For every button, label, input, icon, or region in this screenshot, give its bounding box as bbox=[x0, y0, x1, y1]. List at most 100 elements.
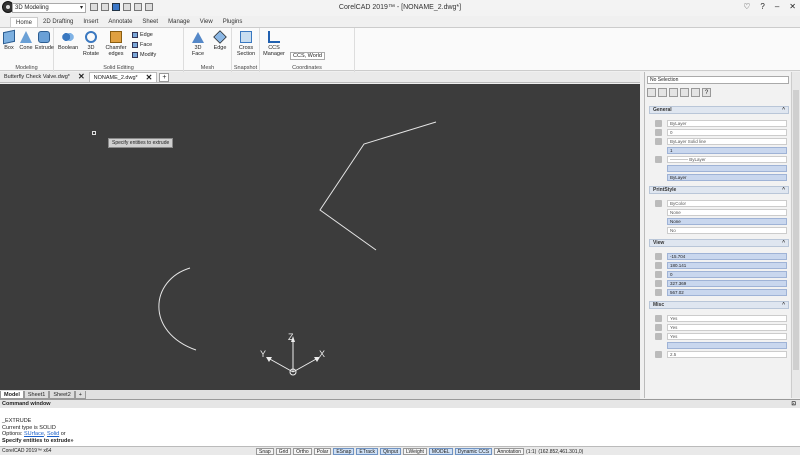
prop-color[interactable]: ByLayer bbox=[667, 120, 787, 127]
annotation-scale-dropdown[interactable]: Annotation bbox=[494, 448, 525, 455]
prop-annotation-scale[interactable]: 2.5 bbox=[667, 351, 787, 358]
close-icon[interactable]: ✕ bbox=[146, 73, 153, 83]
toggle-dynamic-ccs[interactable]: Dynamic CCS bbox=[454, 448, 493, 455]
open-file-icon[interactable] bbox=[101, 3, 109, 11]
select-objects-icon[interactable] bbox=[647, 88, 656, 97]
3d-face-button[interactable]: 3D Face bbox=[188, 31, 208, 57]
prop-width[interactable]: 567.02 bbox=[667, 289, 787, 296]
print-icon[interactable] bbox=[123, 3, 131, 11]
tab-annotate[interactable]: Annotate bbox=[103, 17, 137, 27]
box-button[interactable]: Box bbox=[2, 29, 16, 51]
minimize-button[interactable]: – bbox=[775, 2, 779, 11]
options-prefix: Options: bbox=[2, 431, 25, 437]
cross-section-button[interactable]: Cross Section bbox=[234, 31, 258, 57]
workspace-select[interactable]: 3D Modeling ▾ bbox=[12, 3, 86, 13]
edge-menu[interactable]: Edge bbox=[132, 32, 153, 38]
tab-home[interactable]: Home bbox=[10, 17, 39, 27]
toggle-esnap[interactable]: ESnap bbox=[333, 448, 355, 455]
save-icon[interactable] bbox=[112, 3, 120, 11]
section-view[interactable]: View ^ bbox=[649, 239, 789, 247]
section-misc[interactable]: Misc ^ bbox=[649, 301, 789, 309]
prop-height[interactable]: 327.369 bbox=[667, 280, 787, 287]
prop-ccs-origin[interactable]: Yes bbox=[667, 324, 787, 331]
prop-print-available[interactable]: No bbox=[667, 227, 787, 234]
3d-rotate-label: 3D Rotate bbox=[82, 45, 100, 57]
add-sheet-button[interactable]: + bbox=[74, 391, 86, 399]
prop-center-z[interactable]: 0 bbox=[667, 271, 787, 278]
section-printstyle[interactable]: PrintStyle ^ bbox=[649, 186, 789, 194]
prop-layer[interactable]: 0 bbox=[667, 129, 787, 136]
scrollbar-thumb[interactable] bbox=[793, 90, 799, 370]
undo-icon[interactable] bbox=[134, 3, 142, 11]
sheet-tab-sheet2[interactable]: Sheet2 bbox=[49, 391, 75, 399]
redo-icon[interactable] bbox=[145, 3, 153, 11]
toggle-ortho[interactable]: Ortho bbox=[293, 448, 312, 455]
chevron-up-icon: ^ bbox=[782, 107, 785, 113]
face-menu[interactable]: Face bbox=[132, 42, 152, 48]
option-solid-link[interactable]: Solid bbox=[47, 431, 59, 437]
prop-ccs-name[interactable] bbox=[667, 342, 787, 349]
3d-rotate-button[interactable]: 3D Rotate bbox=[80, 31, 102, 57]
boolean-button[interactable]: Boolean bbox=[58, 31, 78, 51]
pick-add-icon[interactable] bbox=[669, 88, 678, 97]
prop-bylayer[interactable]: ByLayer bbox=[667, 174, 787, 181]
sheet-tab-sheet1[interactable]: Sheet1 bbox=[23, 391, 50, 399]
window-controls: ♡ ? – ✕ bbox=[743, 2, 796, 11]
command-prompt[interactable]: Specify entities to extrude» bbox=[2, 438, 800, 445]
prop-linetype-scale[interactable]: 1 bbox=[667, 147, 787, 154]
prop-print-attached[interactable]: None bbox=[667, 218, 787, 225]
section-general[interactable]: General ^ bbox=[649, 106, 789, 114]
doc-tab-butterfly[interactable]: Butterfly Check Valve.dwg* ✕ bbox=[0, 72, 89, 82]
toggle-snap[interactable]: Snap bbox=[256, 448, 274, 455]
tab-insert[interactable]: Insert bbox=[78, 17, 103, 27]
new-tab-button[interactable]: + bbox=[159, 72, 170, 82]
sheet-tab-model[interactable]: Model bbox=[0, 391, 24, 399]
toggle-polar[interactable]: Polar bbox=[313, 448, 332, 455]
tab-2d-drafting[interactable]: 2D Drafting bbox=[38, 17, 78, 27]
close-button[interactable]: ✕ bbox=[789, 2, 796, 11]
toggle-icon[interactable] bbox=[680, 88, 689, 97]
close-icon[interactable]: ✕ bbox=[78, 72, 85, 82]
selection-dropdown[interactable]: No Selection bbox=[647, 76, 789, 84]
toggle-model[interactable]: MODEL bbox=[428, 448, 453, 455]
prop-center-y[interactable]: 180.141 bbox=[667, 262, 787, 269]
drawing-canvas[interactable]: Specify entities to extrude Z X Y bbox=[0, 84, 640, 390]
prop-linetype[interactable]: ByLayer Solid line bbox=[667, 138, 787, 145]
new-file-icon[interactable] bbox=[90, 3, 98, 11]
help-icon[interactable]: ? bbox=[702, 88, 711, 97]
match-properties-icon[interactable] bbox=[691, 88, 700, 97]
tab-view[interactable]: View bbox=[195, 17, 218, 27]
prop-transparency[interactable] bbox=[667, 165, 787, 172]
tab-manage[interactable]: Manage bbox=[163, 17, 195, 27]
chamfer-edges-button[interactable]: Chamfer edges bbox=[104, 31, 128, 57]
favorite-icon[interactable]: ♡ bbox=[743, 2, 750, 11]
toggle-qinput[interactable]: QInput bbox=[380, 448, 402, 455]
ccs-select[interactable]: CCS, World bbox=[290, 52, 325, 60]
group-mesh: 3D Face Edge Mesh bbox=[184, 28, 232, 72]
scale-readout: (1:1) bbox=[526, 448, 537, 455]
prop-lineweight[interactable]: ———— ByLayer bbox=[667, 156, 787, 163]
extrude-button[interactable]: Extrude bbox=[35, 31, 54, 51]
tab-plugins[interactable]: Plugins bbox=[218, 17, 248, 27]
prop-center-x[interactable]: -15.704 bbox=[667, 253, 787, 260]
option-surface-link[interactable]: SUrface bbox=[24, 431, 44, 437]
status-toggles: Snap Grid Ortho Polar ESnap ETrack QInpu… bbox=[256, 447, 583, 455]
prop-print-table[interactable]: None bbox=[667, 209, 787, 216]
toggle-lweight[interactable]: LWeight bbox=[403, 448, 427, 455]
properties-scrollbar[interactable] bbox=[791, 72, 800, 398]
prop-ccs-icon-on[interactable]: Yes bbox=[667, 315, 787, 322]
mesh-edge-button[interactable]: Edge bbox=[212, 30, 228, 51]
quick-select-icon[interactable] bbox=[658, 88, 667, 97]
prop-printstyle[interactable]: ByColor bbox=[667, 200, 787, 207]
modify-label: Modify bbox=[140, 52, 157, 58]
help-icon[interactable]: ? bbox=[760, 2, 764, 11]
prop-ccs-viewport[interactable]: Yes bbox=[667, 333, 787, 340]
ccs-manager-button[interactable]: CCS Manager bbox=[262, 31, 286, 57]
tab-sheet[interactable]: Sheet bbox=[137, 17, 163, 27]
toggle-grid[interactable]: Grid bbox=[275, 448, 292, 455]
doc-tab-noname[interactable]: NONAME_2.dwg* ✕ bbox=[88, 72, 158, 83]
pin-icon[interactable]: ⊡ bbox=[791, 400, 796, 408]
cone-button[interactable]: Cone bbox=[19, 31, 33, 51]
toggle-etrack[interactable]: ETrack bbox=[356, 448, 379, 455]
modify-menu[interactable]: Modify bbox=[132, 52, 156, 58]
